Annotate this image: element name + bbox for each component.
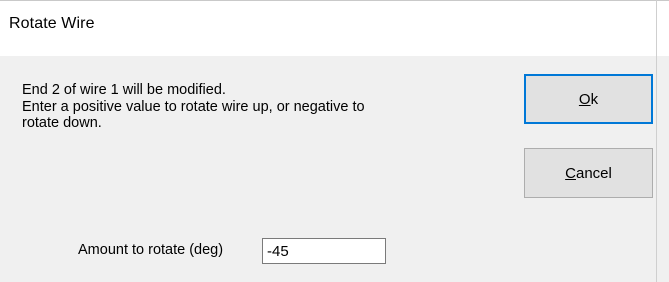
message-line: End 2 of wire 1 will be modified. [22,82,226,98]
dialog-client-area: End 2 of wire 1 will be modified. Enter … [0,56,669,282]
window-right-border [656,0,657,282]
instruction-message: End 2 of wire 1 will be modified. Enter … [22,82,462,132]
dialog-title: Rotate Wire [9,15,95,32]
cancel-button-accesskey: C [565,164,576,182]
amount-to-rotate-label: Amount to rotate (deg) [78,242,224,258]
cancel-button[interactable]: Cancel [524,148,653,198]
rotate-wire-dialog: Rotate Wire End 2 of wire 1 will be modi… [0,0,669,282]
message-line: rotate down. [22,115,102,131]
ok-button-label: k [590,90,599,108]
cancel-button-label: ancel [575,164,612,182]
ok-button[interactable]: Ok [524,74,653,124]
message-line: Enter a positive value to rotate wire up… [22,98,365,115]
title-bar[interactable]: Rotate Wire [0,1,669,56]
ok-button-accesskey: O [578,90,591,108]
amount-to-rotate-input[interactable] [262,238,386,264]
